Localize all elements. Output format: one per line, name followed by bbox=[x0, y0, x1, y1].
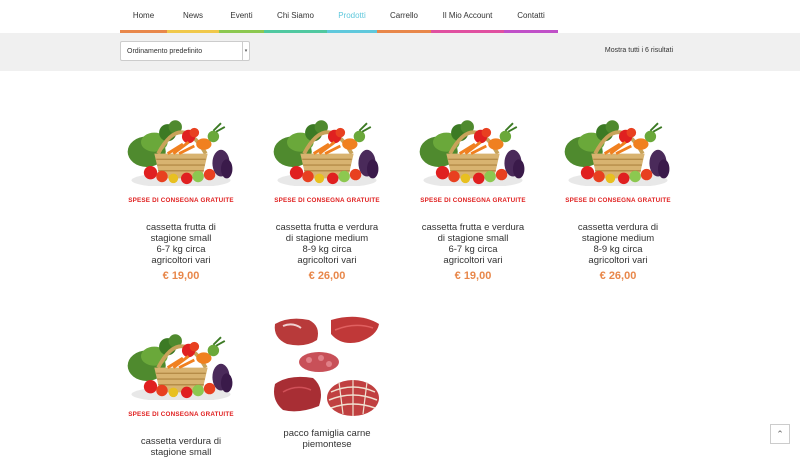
dropdown-arrow-icon: ▾ bbox=[242, 42, 249, 60]
meat-image[interactable] bbox=[269, 314, 385, 420]
product-name[interactable]: cassetta frutta di stagione small 6-7 kg… bbox=[108, 222, 254, 266]
product-price: € 26,00 bbox=[308, 270, 346, 282]
basket-image[interactable]: SPESE DI CONSEGNA GRATUITE bbox=[123, 320, 239, 418]
free-shipping-banner: SPESE DI CONSEGNA GRATUITE bbox=[128, 197, 234, 204]
nav-item-contatti[interactable]: Contatti bbox=[504, 0, 558, 33]
chevron-up-icon: ⌃ bbox=[776, 428, 784, 439]
product-card[interactable]: SPESE DI CONSEGNA GRATUITE cassetta verd… bbox=[108, 320, 254, 458]
nav-item-home[interactable]: Home bbox=[120, 0, 167, 33]
shop-toolbar: Ordinamento predefinito ▾ Mostra tutti i… bbox=[0, 33, 800, 71]
nav-menu: Home News Eventi Chi Siamo Prodotti Carr… bbox=[120, 0, 558, 33]
product-name[interactable]: cassetta frutta e verdura di stagione sm… bbox=[400, 222, 546, 266]
basket-image[interactable]: SPESE DI CONSEGNA GRATUITE bbox=[415, 106, 531, 204]
nav-item-carrello[interactable]: Carrello bbox=[377, 0, 431, 33]
nav-item-prodotti[interactable]: Prodotti bbox=[327, 0, 377, 33]
nav-item-il-mio-account[interactable]: Il Mio Account bbox=[431, 0, 504, 33]
product-price: € 26,00 bbox=[599, 270, 637, 282]
result-count: Mostra tutti i 6 risultati bbox=[604, 47, 673, 54]
product-card[interactable]: SPESE DI CONSEGNA GRATUITE cassetta verd… bbox=[545, 106, 691, 282]
free-shipping-banner: SPESE DI CONSEGNA GRATUITE bbox=[565, 197, 671, 204]
basket-image[interactable]: SPESE DI CONSEGNA GRATUITE bbox=[560, 106, 676, 204]
sort-select[interactable]: Ordinamento predefinito ▾ bbox=[120, 41, 250, 61]
product-card[interactable]: SPESE DI CONSEGNA GRATUITE cassetta frut… bbox=[108, 106, 254, 282]
product-card[interactable]: SPESE DI CONSEGNA GRATUITE cassetta frut… bbox=[400, 106, 546, 282]
sort-select-value: Ordinamento predefinito bbox=[127, 47, 203, 55]
basket-image[interactable]: SPESE DI CONSEGNA GRATUITE bbox=[269, 106, 385, 204]
product-name[interactable]: cassetta verdura di stagione small bbox=[108, 436, 254, 458]
nav-item-news[interactable]: News bbox=[167, 0, 219, 33]
product-name[interactable]: cassetta verdura di stagione medium 8-9 … bbox=[545, 222, 691, 266]
product-card[interactable]: pacco famiglia carne piemontese bbox=[254, 314, 400, 450]
product-price: € 19,00 bbox=[454, 270, 492, 282]
product-price: € 19,00 bbox=[162, 270, 200, 282]
product-name[interactable]: pacco famiglia carne piemontese bbox=[254, 428, 400, 450]
main-nav: Home News Eventi Chi Siamo Prodotti Carr… bbox=[0, 0, 800, 33]
nav-item-eventi[interactable]: Eventi bbox=[219, 0, 264, 33]
product-name[interactable]: cassetta frutta e verdura di stagione me… bbox=[254, 222, 400, 266]
product-card[interactable]: SPESE DI CONSEGNA GRATUITE cassetta frut… bbox=[254, 106, 400, 282]
nav-item-chi-siamo[interactable]: Chi Siamo bbox=[264, 0, 327, 33]
free-shipping-banner: SPESE DI CONSEGNA GRATUITE bbox=[420, 197, 526, 204]
scroll-top-button[interactable]: ⌃ bbox=[770, 424, 790, 444]
basket-image[interactable]: SPESE DI CONSEGNA GRATUITE bbox=[123, 106, 239, 204]
free-shipping-banner: SPESE DI CONSEGNA GRATUITE bbox=[274, 197, 380, 204]
free-shipping-banner: SPESE DI CONSEGNA GRATUITE bbox=[128, 411, 234, 418]
